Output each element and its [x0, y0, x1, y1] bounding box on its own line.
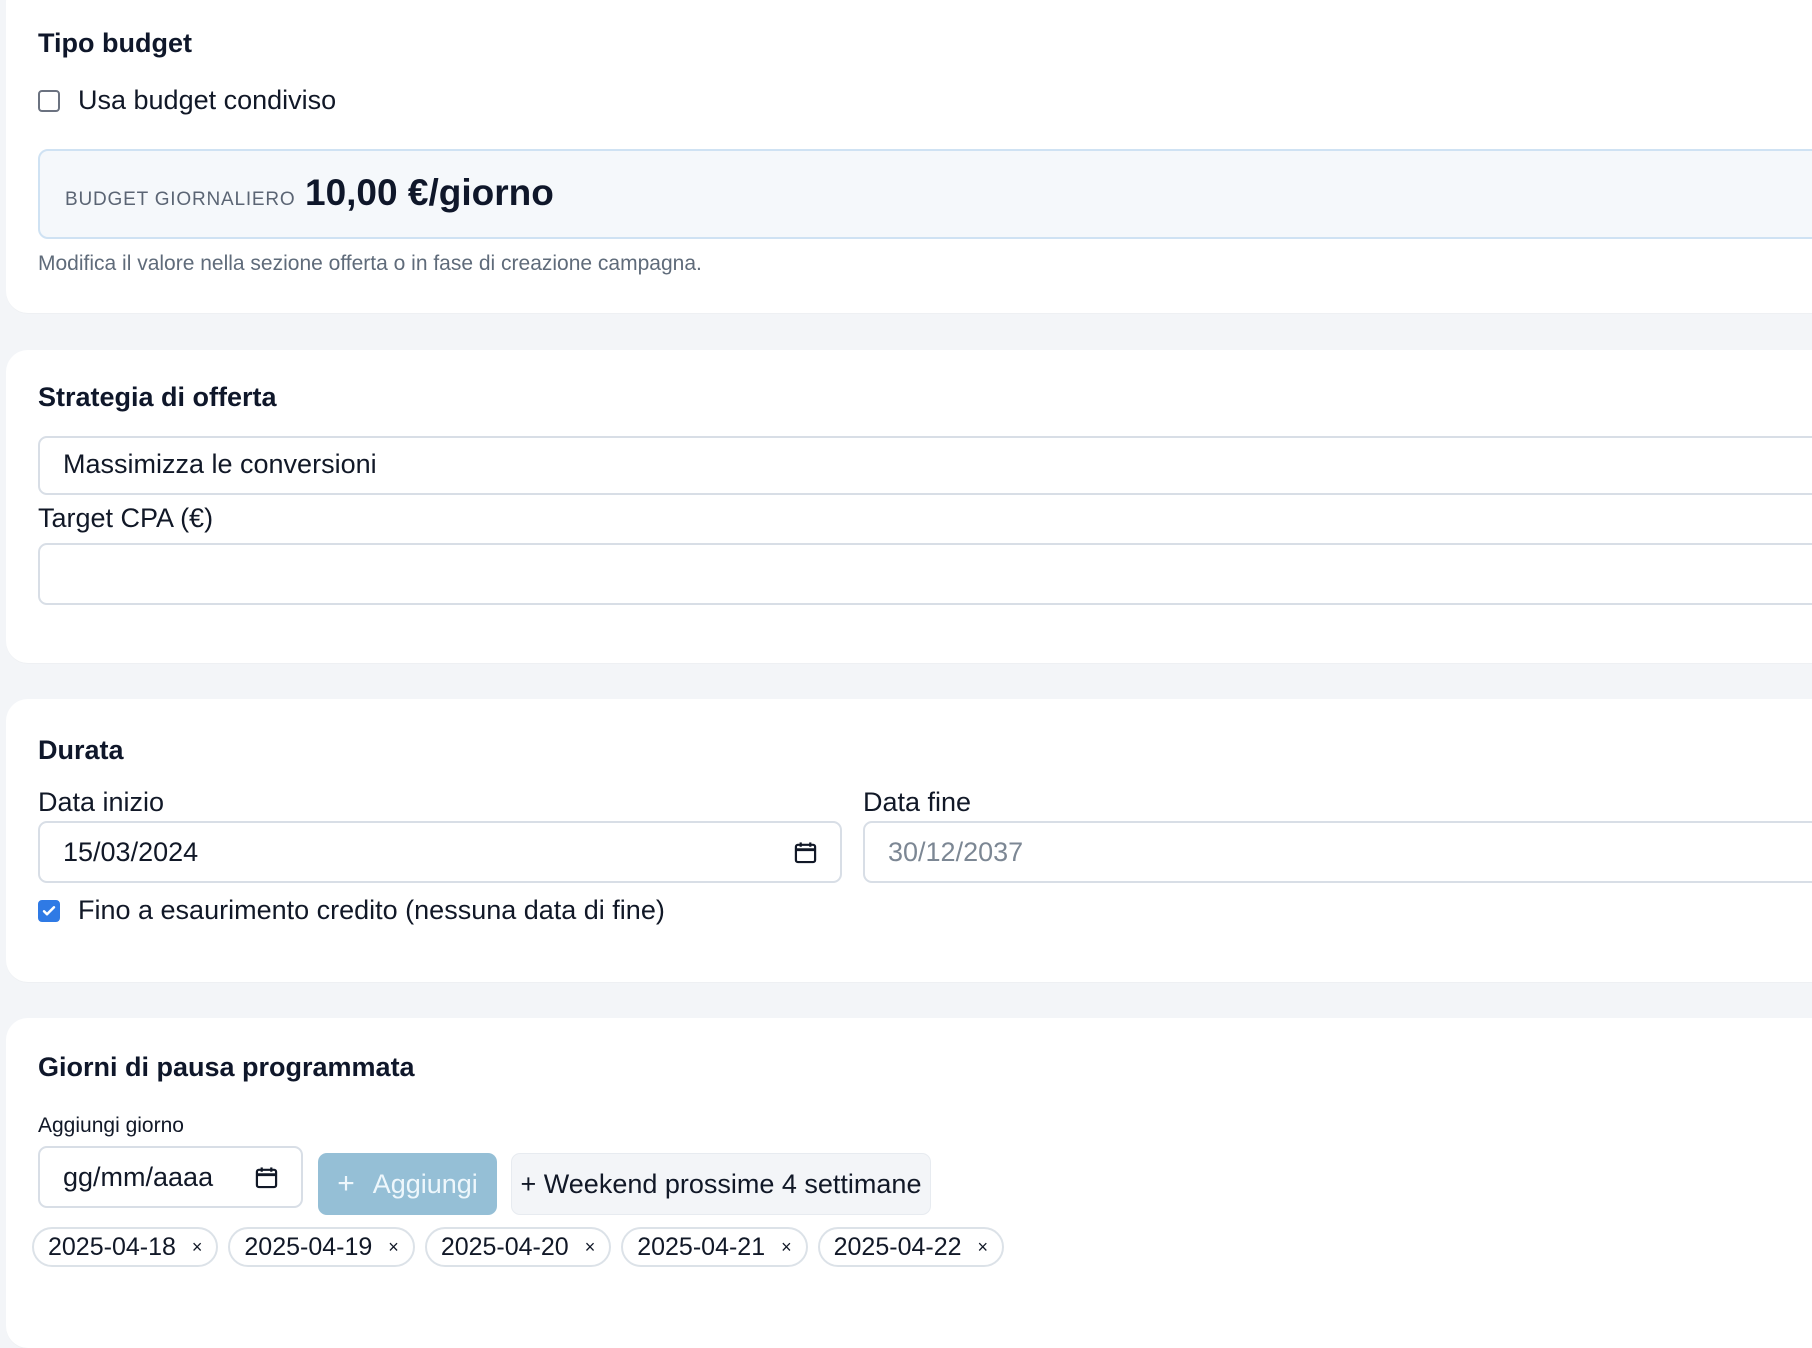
- end-date-label: Data fine: [863, 787, 972, 817]
- weekend-button-label: + Weekend prossime 4 settimane: [520, 1168, 922, 1199]
- pause-day-chip-label: 2025-04-21: [637, 1232, 766, 1261]
- until-credit-label: Fino a esaurimento credito (nessuna data…: [78, 895, 665, 925]
- pause-date-input[interactable]: gg/mm/aaaa: [38, 1146, 303, 1208]
- weekend-button[interactable]: + Weekend prossime 4 settimane: [511, 1153, 931, 1215]
- shared-budget-label: Usa budget condiviso: [78, 85, 337, 115]
- close-icon[interactable]: ×: [585, 1237, 596, 1258]
- target-cpa-label: Target CPA (€): [38, 503, 214, 533]
- duration-title: Durata: [38, 735, 124, 765]
- shared-budget-row[interactable]: Usa budget condiviso: [38, 85, 336, 116]
- strategy-title: Strategia di offerta: [38, 382, 277, 412]
- bid-strategy-select[interactable]: Massimizza le conversioni: [38, 436, 1812, 495]
- start-date-label: Data inizio: [38, 787, 165, 817]
- pause-day-chip-label: 2025-04-22: [833, 1232, 962, 1261]
- add-pause-day-label: Aggiungi: [372, 1168, 478, 1199]
- duration-card: Durata Data inizio 15/03/2024 Data fine …: [6, 699, 1812, 982]
- add-pause-day-button[interactable]: + Aggiungi: [318, 1153, 497, 1215]
- close-icon[interactable]: ×: [978, 1237, 989, 1258]
- bid-strategy-value: Massimizza le conversioni: [63, 449, 377, 479]
- pause-days-card: Giorni di pausa programmata Aggiungi gio…: [6, 1018, 1812, 1348]
- budget-title: Tipo budget: [38, 28, 192, 58]
- daily-budget-box: BUDGET GIORNALIERO 10,00 €/giorno: [38, 149, 1812, 239]
- check-icon: [42, 905, 56, 916]
- start-date-input[interactable]: 15/03/2024: [38, 821, 842, 883]
- start-date-value: 15/03/2024: [63, 837, 199, 867]
- until-credit-checkbox[interactable]: [38, 899, 60, 922]
- target-cpa-input[interactable]: [38, 543, 1812, 605]
- pause-day-chips: 2025-04-18 × 2025-04-19 × 2025-04-20 × 2…: [32, 1227, 1005, 1267]
- pause-day-chip: 2025-04-20 ×: [424, 1227, 612, 1267]
- pause-days-title: Giorni di pausa programmata: [38, 1052, 415, 1082]
- close-icon[interactable]: ×: [192, 1237, 203, 1258]
- end-date-value: 30/12/2037: [888, 837, 1024, 867]
- plus-icon: +: [337, 1167, 355, 1200]
- add-day-label: Aggiungi giorno: [38, 1114, 184, 1137]
- pause-day-chip-label: 2025-04-18: [48, 1232, 176, 1261]
- close-icon[interactable]: ×: [388, 1237, 399, 1258]
- pause-day-chip: 2025-04-19 ×: [228, 1227, 415, 1267]
- until-credit-row[interactable]: Fino a esaurimento credito (nessuna data…: [38, 895, 665, 926]
- calendar-icon[interactable]: [794, 841, 817, 864]
- end-date-input: 30/12/2037: [863, 821, 1812, 883]
- pause-day-chip-label: 2025-04-19: [244, 1232, 373, 1261]
- calendar-icon[interactable]: [255, 1166, 278, 1189]
- daily-budget-value: 10,00 €/giorno: [305, 172, 554, 213]
- budget-card: Tipo budget Usa budget condiviso BUDGET …: [6, 0, 1812, 313]
- pause-day-chip: 2025-04-18 ×: [32, 1227, 219, 1267]
- pause-day-chip: 2025-04-22 ×: [817, 1227, 1005, 1267]
- page-root: Tipo budget Usa budget condiviso BUDGET …: [0, 0, 1812, 1348]
- daily-budget-label: BUDGET GIORNALIERO: [65, 189, 296, 210]
- strategy-card: Strategia di offerta Massimizza le conve…: [6, 350, 1812, 663]
- budget-helper-text: Modifica il valore nella sezione offerta…: [38, 252, 702, 275]
- close-icon[interactable]: ×: [781, 1237, 792, 1258]
- pause-day-chip-label: 2025-04-20: [440, 1232, 569, 1261]
- pause-day-chip: 2025-04-21 ×: [621, 1227, 808, 1267]
- pause-date-placeholder: gg/mm/aaaa: [63, 1162, 214, 1192]
- shared-budget-checkbox[interactable]: [38, 89, 60, 112]
